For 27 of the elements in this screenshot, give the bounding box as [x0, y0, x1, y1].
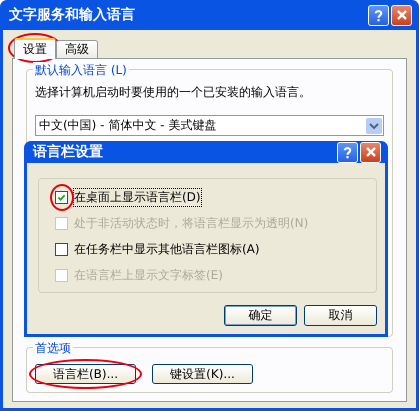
group-title: 默认输入语言 (L) — [33, 62, 129, 79]
push-button[interactable]: 取消 — [304, 305, 377, 326]
checkbox-label: 在桌面上显示语言栏(D) — [74, 189, 201, 206]
question-mark-icon — [343, 146, 352, 158]
checkbox-label: 在语言栏上显示文字标签(E) — [74, 267, 223, 284]
checkbox[interactable] — [55, 243, 68, 256]
group-title: 首选项 — [33, 340, 73, 357]
help-button[interactable] — [337, 142, 358, 162]
checkbox-label: 在任务栏中显示其他语言栏图标(A) — [74, 241, 260, 258]
push-button[interactable]: 键设置(K)... — [152, 364, 253, 384]
close-button[interactable] — [391, 4, 412, 26]
close-button[interactable] — [360, 142, 381, 162]
language-dropdown[interactable]: 中文(中国) - 简体中文 - 美式键盘 — [35, 115, 384, 136]
push-button[interactable]: 确定 — [224, 305, 297, 326]
close-icon — [396, 9, 408, 21]
question-mark-icon — [374, 8, 383, 22]
help-button[interactable] — [368, 4, 389, 26]
close-icon — [364, 146, 376, 158]
checkbox-label: 处于非活动状态时，将语言栏显示为透明(N) — [74, 215, 308, 232]
checkbox[interactable] — [55, 191, 68, 204]
dropdown-value: 中文(中国) - 简体中文 - 美式键盘 — [39, 117, 218, 134]
tab[interactable]: 高级 — [56, 40, 98, 58]
window-title: 语言栏设置 — [33, 143, 104, 161]
description-text: 选择计算机启动时要使用的一个已安装的输入语言。 — [35, 84, 312, 101]
push-button[interactable]: 语言栏(B)... — [35, 364, 136, 384]
window-title: 文字服务和输入语言 — [9, 6, 136, 24]
tab[interactable]: 设置 — [14, 38, 56, 59]
